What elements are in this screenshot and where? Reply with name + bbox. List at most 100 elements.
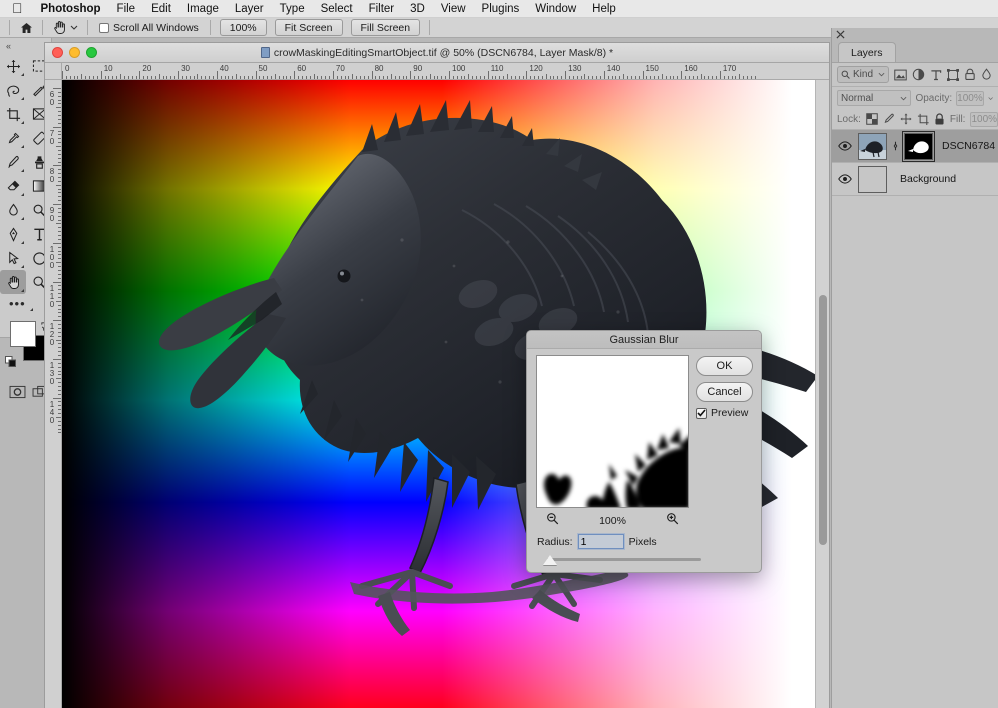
- lasso-tool[interactable]: [0, 78, 26, 102]
- hand-tool-icon: [54, 21, 65, 34]
- scrollbar-thumb[interactable]: [819, 295, 827, 545]
- scroll-all-windows-checkbox[interactable]: Scroll All Windows: [93, 22, 205, 34]
- preview-checkbox[interactable]: Preview: [696, 407, 748, 419]
- vertical-ruler[interactable]: 60 70 80 90 100 110 120 130 140: [45, 80, 62, 708]
- quick-mask-icon[interactable]: [8, 383, 27, 400]
- minimize-button[interactable]: [69, 47, 80, 58]
- fill-input[interactable]: 100%: [970, 111, 998, 127]
- brush-tool[interactable]: [0, 150, 26, 174]
- eye-icon[interactable]: [836, 174, 854, 184]
- ok-button[interactable]: OK: [696, 356, 753, 376]
- layer-mask-thumbnail[interactable]: [902, 130, 935, 162]
- ruler-tick: [220, 76, 222, 79]
- opacity-input[interactable]: 100%: [956, 90, 984, 106]
- radius-slider-handle[interactable]: [543, 555, 557, 565]
- menu-item-plugins[interactable]: Plugins: [474, 0, 528, 18]
- menu-item-window[interactable]: Window: [527, 0, 584, 18]
- type-layer-filter-icon[interactable]: [930, 67, 942, 82]
- toggle-filters-icon[interactable]: [981, 67, 993, 82]
- filter-kind-select[interactable]: Kind: [837, 66, 889, 83]
- ruler-tick: [332, 71, 334, 79]
- menu-item-file[interactable]: File: [109, 0, 144, 18]
- ruler-tick: [565, 71, 567, 79]
- close-button[interactable]: [52, 47, 63, 58]
- radius-input[interactable]: 1: [577, 534, 624, 549]
- active-tool-chip[interactable]: [48, 20, 82, 35]
- lock-artboard-nesting-icon[interactable]: [917, 112, 929, 127]
- eraser-tool[interactable]: [0, 174, 26, 198]
- ruler-tick: [638, 76, 640, 79]
- radius-slider-track[interactable]: [547, 558, 701, 561]
- hand-tool[interactable]: [0, 270, 26, 294]
- tab-layers[interactable]: Layers: [838, 42, 896, 62]
- home-icon[interactable]: [15, 19, 37, 36]
- link-mask-icon[interactable]: [891, 140, 900, 152]
- lock-all-icon[interactable]: [934, 112, 945, 127]
- shape-layer-filter-icon[interactable]: [946, 67, 959, 82]
- ruler-tick: [472, 76, 474, 79]
- crop-tool[interactable]: [0, 102, 26, 126]
- ruler-tick: [131, 76, 133, 79]
- zoom-in-icon[interactable]: [666, 512, 679, 530]
- fit-screen-button[interactable]: Fit Screen: [274, 19, 343, 36]
- menu-item-layer[interactable]: Layer: [227, 0, 272, 18]
- canvas-vertical-scrollbar[interactable]: [815, 80, 829, 708]
- eye-icon[interactable]: [836, 141, 854, 151]
- layer-thumbnail[interactable]: [858, 165, 887, 193]
- menu-item-view[interactable]: View: [433, 0, 474, 18]
- maximize-button[interactable]: [86, 47, 97, 58]
- path-selection-tool[interactable]: [0, 246, 26, 270]
- lock-image-pixels-icon[interactable]: [883, 112, 895, 127]
- blur-tool[interactable]: [0, 198, 26, 222]
- blend-mode-select[interactable]: Normal: [837, 90, 912, 106]
- cancel-button[interactable]: Cancel: [696, 382, 753, 402]
- ruler-tick: [549, 76, 551, 79]
- checkmark-icon: [697, 409, 706, 417]
- ruler-tick: [104, 76, 106, 79]
- ruler-corner[interactable]: [45, 63, 62, 80]
- menu-item-3d[interactable]: 3D: [402, 0, 433, 18]
- layer-row[interactable]: DSCN6784: [832, 130, 998, 163]
- apple-logo-icon[interactable]: : [8, 1, 33, 15]
- menu-item-edit[interactable]: Edit: [143, 0, 179, 18]
- move-tool[interactable]: [0, 54, 26, 78]
- ruler-tick: [58, 149, 61, 151]
- pixel-layer-filter-icon[interactable]: [893, 67, 907, 82]
- eyedropper-tool[interactable]: [0, 126, 26, 150]
- fill-screen-button[interactable]: Fill Screen: [350, 19, 421, 36]
- lock-transparent-pixels-icon[interactable]: [866, 112, 878, 127]
- ruler-tick: [58, 188, 61, 190]
- zoom-100-button[interactable]: 100%: [219, 19, 267, 36]
- divider: [429, 20, 431, 35]
- close-icon[interactable]: [836, 26, 845, 44]
- adjustment-layer-filter-icon[interactable]: [912, 67, 925, 82]
- default-colors-icon[interactable]: [5, 355, 17, 373]
- ruler-tick: [151, 76, 152, 79]
- menu-item-image[interactable]: Image: [179, 0, 227, 18]
- menu-bar:  Photoshop File Edit Image Layer Type S…: [0, 0, 998, 18]
- menu-item-filter[interactable]: Filter: [361, 0, 403, 18]
- ruler-tick: [58, 382, 61, 384]
- ruler-tick: [356, 76, 358, 79]
- zoom-out-icon[interactable]: [546, 512, 559, 530]
- chevron-down-icon[interactable]: [988, 96, 993, 101]
- ruler-tick: [681, 71, 683, 79]
- horizontal-ruler[interactable]: 0 10 20 30 40 50 60 70 80 90 100 110 120 130 140 150 160…: [62, 63, 829, 80]
- ruler-tick: [584, 74, 586, 79]
- ruler-tick: [135, 76, 137, 79]
- ruler-tick: [538, 76, 539, 79]
- menu-item-type[interactable]: Type: [272, 0, 313, 18]
- gaussian-blur-dialog: Gaussian Blur OK Cancel Preview 100% Rad…: [526, 330, 762, 573]
- blur-preview-thumbnail[interactable]: [536, 355, 689, 508]
- menu-item-photoshop[interactable]: Photoshop: [33, 0, 109, 18]
- menu-item-help[interactable]: Help: [584, 0, 624, 18]
- lock-position-icon[interactable]: [900, 112, 912, 127]
- layer-thumbnail[interactable]: [858, 132, 887, 160]
- ruler-tick: [58, 285, 61, 287]
- pen-tool[interactable]: [0, 222, 26, 246]
- ruler-tick: [69, 76, 71, 79]
- foreground-color-swatch[interactable]: [10, 321, 36, 347]
- smart-object-filter-icon[interactable]: [964, 67, 976, 82]
- layer-row[interactable]: Background: [832, 163, 998, 196]
- menu-item-select[interactable]: Select: [313, 0, 361, 18]
